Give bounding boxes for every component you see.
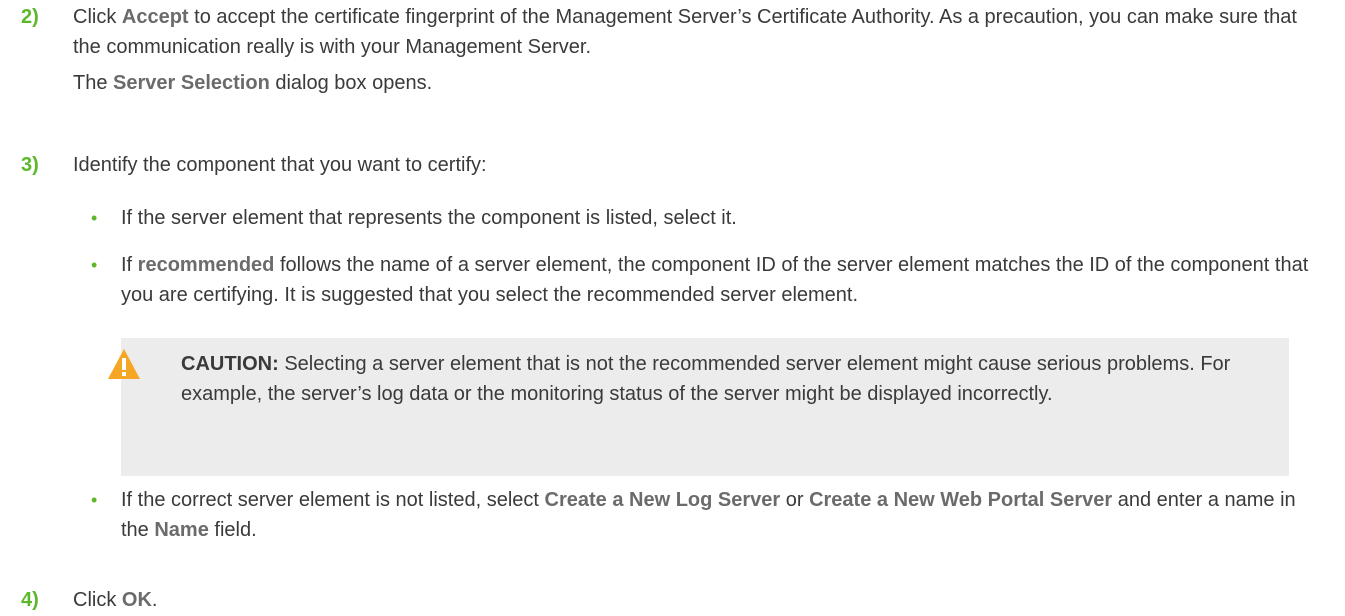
text-run: follows the name of a server element, th… [121,254,1309,306]
caution-label: CAUTION: [181,353,279,375]
text-run: If [121,254,138,276]
step-3-instruction: Identify the component that you want to … [73,154,487,176]
step-2-result: The Server Selection dialog box opens. [73,68,1325,98]
step-body: Click OK. [73,585,1325,615]
bullet-dot: • [91,490,98,510]
step-number: 2) [21,6,39,28]
step-2-instruction: Click Accept to accept the certificate f… [73,2,1325,62]
step-body: Identify the component that you want to … [73,150,1325,180]
list-item-text: If the correct server element is not lis… [121,485,1325,545]
text-run: field. [208,519,257,541]
text-run: Selecting a server element that is not t… [181,353,1231,405]
step-number: 4) [21,589,39,611]
warning-triangle-icon [108,349,140,379]
text-run: dialog box opens. [269,72,433,94]
step-4-instruction: Click OK. [73,585,1325,615]
create-log-server-term: Create a New Log Server [544,489,781,511]
bullet-dot: • [91,208,98,228]
step-number: 3) [21,154,39,176]
text-run: or [780,489,810,511]
list-item-text: If the server element that represents th… [121,207,737,229]
step-body: Click Accept to accept the certificate f… [73,2,1325,98]
text-run: If the correct server element is not lis… [121,489,545,511]
caution-callout: CAUTION: Selecting a server element that… [108,338,1289,476]
text-run: . [151,589,158,611]
text-run: Click [73,589,122,611]
bullet-dot: • [91,255,98,275]
list-item-text: If recommended follows the name of a ser… [121,250,1325,310]
recommended-term: recommended [137,254,275,276]
document-page: 2) Click Accept to accept the certificat… [0,0,1345,616]
ok-term: OK [121,589,152,611]
create-web-portal-server-term: Create a New Web Portal Server [809,489,1113,511]
caution-text: CAUTION: Selecting a server element that… [181,349,1267,409]
accept-term: Accept [121,6,189,28]
text-run: The [73,72,114,94]
text-run: Click [73,6,122,28]
name-field-term: Name [154,519,209,541]
server-selection-term: Server Selection [113,72,270,94]
text-run: to accept the certificate fingerprint of… [73,6,1297,58]
